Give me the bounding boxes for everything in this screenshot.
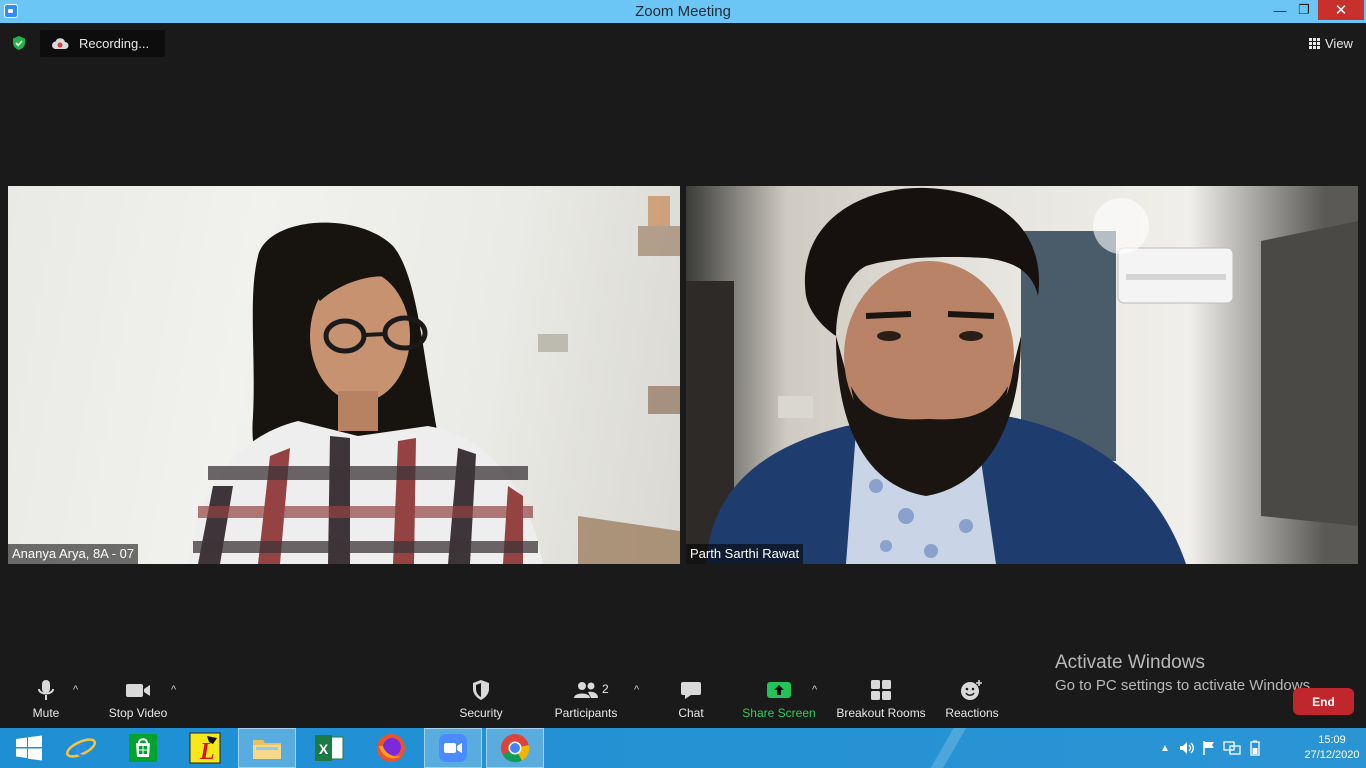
breakout-rooms-label: Breakout Rooms <box>836 706 926 720</box>
reactions-button[interactable]: Reactions <box>944 676 1000 726</box>
action-center-flag-icon[interactable] <box>1201 740 1217 756</box>
windows-start-button[interactable] <box>0 728 58 768</box>
grid-icon <box>1309 37 1320 49</box>
reactions-label: Reactions <box>945 706 999 720</box>
participant-video-feed <box>686 187 1358 564</box>
view-button[interactable]: View <box>1303 31 1359 55</box>
recording-indicator[interactable]: Recording... <box>40 30 165 57</box>
show-hidden-icons-icon[interactable]: ▲ <box>1160 743 1170 754</box>
taskbar-file-explorer[interactable] <box>238 728 296 768</box>
chat-label: Chat <box>678 706 704 720</box>
security-button[interactable]: Security <box>455 676 507 726</box>
participants-count: 2 <box>602 682 609 696</box>
share-screen-button[interactable]: Share Screen <box>741 676 817 726</box>
chat-button[interactable]: Chat <box>672 676 710 726</box>
watermark-title: Activate Windows <box>1055 652 1205 673</box>
windows-logo-icon <box>16 735 42 761</box>
mute-button[interactable]: Mute <box>22 676 70 726</box>
chat-bubble-icon <box>681 682 701 699</box>
taskbar-chrome[interactable] <box>486 728 544 768</box>
encryption-shield-icon[interactable] <box>11 35 27 51</box>
close-button[interactable]: ✕ <box>1318 0 1364 20</box>
windows-taskbar: e L X ▲ 15:09 27/12/2020 <box>0 728 1366 768</box>
mute-label: Mute <box>32 706 60 720</box>
system-tray: ▲ <box>1160 728 1263 768</box>
security-shield-icon <box>473 680 489 700</box>
microphone-icon <box>38 680 54 700</box>
title-bar: Zoom Meeting — ❐ ✕ <box>0 0 1366 23</box>
breakout-rooms-button[interactable]: Breakout Rooms <box>835 676 927 726</box>
store-bag-icon <box>129 734 157 762</box>
folder-icon <box>253 740 281 759</box>
video-tile-participant-2[interactable]: Parth Sarthi Rawat <box>686 186 1358 564</box>
end-meeting-button[interactable]: End <box>1293 688 1354 715</box>
participants-label: Participants <box>554 706 618 720</box>
share-screen-arrow-icon <box>767 682 791 698</box>
taskbar-firefox[interactable] <box>362 728 420 768</box>
meeting-toolbar: Mute ^ Stop Video ^ Security Participant… <box>0 676 1366 728</box>
svg-text:X: X <box>319 741 329 757</box>
stop-video-label: Stop Video <box>108 706 168 720</box>
recording-label: Recording... <box>79 36 150 51</box>
svg-text:e: e <box>75 733 87 762</box>
cloud-recording-icon <box>52 38 69 49</box>
excel-icon: X <box>315 735 344 761</box>
security-label: Security <box>459 706 503 720</box>
participants-icon <box>574 682 598 698</box>
video-options-caret[interactable]: ^ <box>171 684 176 696</box>
audio-options-caret[interactable]: ^ <box>73 684 78 696</box>
clock-date: 27/12/2020 <box>1304 749 1360 761</box>
window-title: Zoom Meeting <box>635 3 731 20</box>
taskbar-excel[interactable]: X <box>300 728 358 768</box>
taskbar-clock[interactable]: 15:09 27/12/2020 <box>1302 733 1362 763</box>
firefox-icon <box>377 734 405 762</box>
lingo-app-icon: L <box>189 732 221 764</box>
share-options-caret[interactable]: ^ <box>812 684 817 696</box>
internet-explorer-icon: e <box>65 733 97 762</box>
breakout-rooms-icon <box>871 680 891 700</box>
battery-icon[interactable] <box>1247 740 1263 756</box>
zoom-icon <box>439 734 467 762</box>
participant-name-label: Ananya Arya, 8A - 07 <box>8 544 139 564</box>
video-camera-icon <box>126 684 150 697</box>
participants-button[interactable]: Participants <box>553 676 619 726</box>
network-icon[interactable] <box>1223 740 1241 756</box>
share-screen-label: Share Screen <box>742 706 816 720</box>
taskbar-zoom[interactable] <box>424 728 482 768</box>
video-tile-participant-1[interactable]: Ananya Arya, 8A - 07 <box>8 186 680 564</box>
taskbar-lingo-app[interactable]: L <box>176 728 234 768</box>
clock-time: 15:09 <box>1318 734 1346 746</box>
volume-icon[interactable] <box>1179 740 1195 756</box>
taskbar-microsoft-store[interactable] <box>114 728 172 768</box>
taskbar-internet-explorer[interactable]: e <box>52 728 110 768</box>
participant-name-label: Parth Sarthi Rawat <box>686 544 804 564</box>
stop-video-button[interactable]: Stop Video <box>104 676 172 726</box>
smiley-reaction-icon <box>961 680 982 700</box>
chrome-icon <box>501 734 530 763</box>
maximize-button[interactable]: ❐ <box>1290 0 1318 20</box>
participants-options-caret[interactable]: ^ <box>634 684 639 696</box>
view-label: View <box>1325 35 1353 51</box>
taskbar-decoration <box>920 728 980 768</box>
participant-video-feed <box>188 196 680 564</box>
